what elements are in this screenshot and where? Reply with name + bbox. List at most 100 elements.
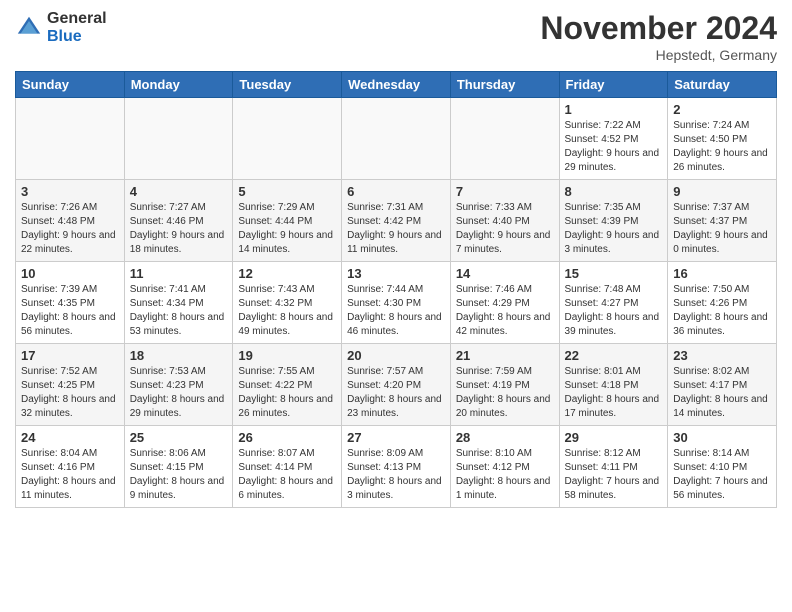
day-cell: 7 Sunrise: 7:33 AM Sunset: 4:40 PM Daylig… [450, 180, 559, 262]
header-thursday: Thursday [450, 72, 559, 98]
day-number: 10 [21, 266, 119, 281]
day-number: 3 [21, 184, 119, 199]
day-info: Sunrise: 7:52 AM Sunset: 4:25 PM Dayligh… [21, 365, 119, 421]
header-monday: Monday [124, 72, 233, 98]
day-cell: 16 Sunrise: 7:50 AM Sunset: 4:26 PM Dayli… [668, 262, 777, 344]
day-info: Sunrise: 8:12 AM Sunset: 4:11 PM Dayligh… [565, 447, 663, 503]
day-number: 27 [347, 430, 445, 445]
day-info: Sunrise: 7:46 AM Sunset: 4:29 PM Dayligh… [456, 283, 554, 339]
day-number: 12 [238, 266, 336, 281]
day-cell: 6 Sunrise: 7:31 AM Sunset: 4:42 PM Daylig… [342, 180, 451, 262]
day-number: 20 [347, 348, 445, 363]
day-cell: 23 Sunrise: 8:02 AM Sunset: 4:17 PM Dayli… [668, 344, 777, 426]
week-row-4: 24 Sunrise: 8:04 AM Sunset: 4:16 PM Dayli… [16, 426, 777, 508]
day-cell: 21Sunrise: 7:59 AM Sunset: 4:19 PM Dayli… [450, 344, 559, 426]
title-section: November 2024 Hepstedt, Germany [540, 10, 777, 63]
day-cell: 29 Sunrise: 8:12 AM Sunset: 4:11 PM Dayli… [559, 426, 668, 508]
day-info: Sunrise: 7:39 AM Sunset: 4:35 PM Dayligh… [21, 283, 119, 339]
day-number: 6 [347, 184, 445, 199]
logo-blue: Blue [47, 28, 107, 46]
day-cell: 11 Sunrise: 7:41 AM Sunset: 4:34 PM Dayli… [124, 262, 233, 344]
day-number: 2 [673, 102, 771, 117]
day-info: Sunrise: 8:06 AM Sunset: 4:15 PM Dayligh… [130, 447, 228, 503]
day-cell: 28 Sunrise: 8:10 AM Sunset: 4:12 PM Dayli… [450, 426, 559, 508]
header-saturday: Saturday [668, 72, 777, 98]
day-cell: 9 Sunrise: 7:37 AM Sunset: 4:37 PM Daylig… [668, 180, 777, 262]
day-cell: 17 Sunrise: 7:52 AM Sunset: 4:25 PM Dayli… [16, 344, 125, 426]
day-number: 9 [673, 184, 771, 199]
day-info: Sunrise: 7:31 AM Sunset: 4:42 PM Dayligh… [347, 201, 445, 257]
calendar-body: 1 Sunrise: 7:22 AM Sunset: 4:52 PM Daylig… [16, 98, 777, 508]
day-number: 11 [130, 266, 228, 281]
day-cell [450, 98, 559, 180]
day-info: Sunrise: 7:22 AM Sunset: 4:52 PM Dayligh… [565, 119, 663, 175]
day-cell [342, 98, 451, 180]
day-info: Sunrise: 7:26 AM Sunset: 4:48 PM Dayligh… [21, 201, 119, 257]
day-info: Sunrise: 7:41 AM Sunset: 4:34 PM Dayligh… [130, 283, 228, 339]
day-number: 4 [130, 184, 228, 199]
day-number: 24 [21, 430, 119, 445]
calendar-header: SundayMondayTuesdayWednesdayThursdayFrid… [16, 72, 777, 98]
day-cell: 8 Sunrise: 7:35 AM Sunset: 4:39 PM Daylig… [559, 180, 668, 262]
day-info: Sunrise: 7:48 AM Sunset: 4:27 PM Dayligh… [565, 283, 663, 339]
day-number: 17 [21, 348, 119, 363]
header-sunday: Sunday [16, 72, 125, 98]
day-cell: 10 Sunrise: 7:39 AM Sunset: 4:35 PM Dayli… [16, 262, 125, 344]
day-info: Sunrise: 7:27 AM Sunset: 4:46 PM Dayligh… [130, 201, 228, 257]
day-number: 18 [130, 348, 228, 363]
day-info: Sunrise: 7:53 AM Sunset: 4:23 PM Dayligh… [130, 365, 228, 421]
day-cell: 3 Sunrise: 7:26 AM Sunset: 4:48 PM Daylig… [16, 180, 125, 262]
day-number: 16 [673, 266, 771, 281]
day-info: Sunrise: 8:02 AM Sunset: 4:17 PM Dayligh… [673, 365, 771, 421]
day-number: 28 [456, 430, 554, 445]
day-info: Sunrise: 8:09 AM Sunset: 4:13 PM Dayligh… [347, 447, 445, 503]
day-cell: 4 Sunrise: 7:27 AM Sunset: 4:46 PM Daylig… [124, 180, 233, 262]
day-info: Sunrise: 7:43 AM Sunset: 4:32 PM Dayligh… [238, 283, 336, 339]
day-cell: 2Sunrise: 7:24 AM Sunset: 4:50 PM Daylig… [668, 98, 777, 180]
day-cell: 5Sunrise: 7:29 AM Sunset: 4:44 PM Daylig… [233, 180, 342, 262]
logo-text: General Blue [47, 10, 107, 45]
day-cell: 30Sunrise: 8:14 AM Sunset: 4:10 PM Dayli… [668, 426, 777, 508]
calendar-table: SundayMondayTuesdayWednesdayThursdayFrid… [15, 71, 777, 508]
day-info: Sunrise: 7:57 AM Sunset: 4:20 PM Dayligh… [347, 365, 445, 421]
day-info: Sunrise: 7:33 AM Sunset: 4:40 PM Dayligh… [456, 201, 554, 257]
day-cell [233, 98, 342, 180]
day-number: 26 [238, 430, 336, 445]
day-info: Sunrise: 7:55 AM Sunset: 4:22 PM Dayligh… [238, 365, 336, 421]
day-info: Sunrise: 8:10 AM Sunset: 4:12 PM Dayligh… [456, 447, 554, 503]
day-number: 23 [673, 348, 771, 363]
day-cell: 26 Sunrise: 8:07 AM Sunset: 4:14 PM Dayli… [233, 426, 342, 508]
day-cell [16, 98, 125, 180]
day-info: Sunrise: 8:04 AM Sunset: 4:16 PM Dayligh… [21, 447, 119, 503]
day-cell: 18 Sunrise: 7:53 AM Sunset: 4:23 PM Dayli… [124, 344, 233, 426]
day-info: Sunrise: 7:37 AM Sunset: 4:37 PM Dayligh… [673, 201, 771, 257]
header: General Blue November 2024 Hepstedt, Ger… [15, 10, 777, 63]
day-number: 8 [565, 184, 663, 199]
day-cell: 1 Sunrise: 7:22 AM Sunset: 4:52 PM Daylig… [559, 98, 668, 180]
logo-icon [15, 14, 43, 42]
day-cell [124, 98, 233, 180]
week-row-0: 1 Sunrise: 7:22 AM Sunset: 4:52 PM Daylig… [16, 98, 777, 180]
day-number: 7 [456, 184, 554, 199]
day-info: Sunrise: 7:50 AM Sunset: 4:26 PM Dayligh… [673, 283, 771, 339]
logo: General Blue [15, 10, 107, 45]
day-number: 30 [673, 430, 771, 445]
week-row-3: 17 Sunrise: 7:52 AM Sunset: 4:25 PM Dayli… [16, 344, 777, 426]
day-number: 19 [238, 348, 336, 363]
day-number: 15 [565, 266, 663, 281]
day-info: Sunrise: 8:07 AM Sunset: 4:14 PM Dayligh… [238, 447, 336, 503]
day-number: 21 [456, 348, 554, 363]
day-cell: 15 Sunrise: 7:48 AM Sunset: 4:27 PM Dayli… [559, 262, 668, 344]
day-info: Sunrise: 7:35 AM Sunset: 4:39 PM Dayligh… [565, 201, 663, 257]
week-row-2: 10 Sunrise: 7:39 AM Sunset: 4:35 PM Dayli… [16, 262, 777, 344]
day-number: 1 [565, 102, 663, 117]
day-cell: 24 Sunrise: 8:04 AM Sunset: 4:16 PM Dayli… [16, 426, 125, 508]
location: Hepstedt, Germany [540, 47, 777, 63]
header-wednesday: Wednesday [342, 72, 451, 98]
week-row-1: 3 Sunrise: 7:26 AM Sunset: 4:48 PM Daylig… [16, 180, 777, 262]
header-friday: Friday [559, 72, 668, 98]
day-cell: 27 Sunrise: 8:09 AM Sunset: 4:13 PM Dayli… [342, 426, 451, 508]
page: General Blue November 2024 Hepstedt, Ger… [0, 0, 792, 612]
day-cell: 19 Sunrise: 7:55 AM Sunset: 4:22 PM Dayli… [233, 344, 342, 426]
day-number: 29 [565, 430, 663, 445]
